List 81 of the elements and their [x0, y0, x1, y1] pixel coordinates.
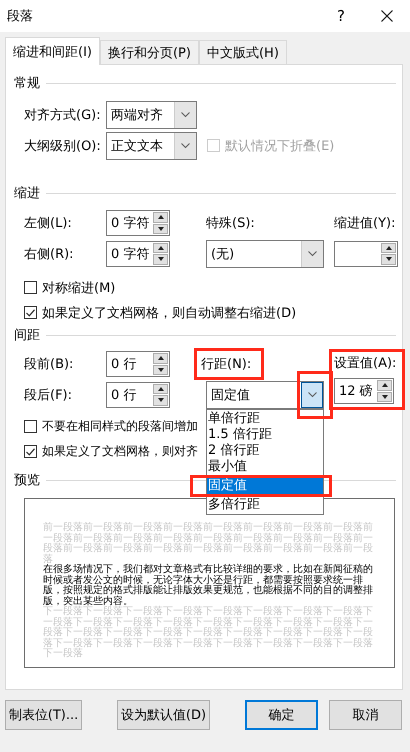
- down-triangle-icon: [158, 398, 164, 402]
- field-label: 对齐方式(G):: [24, 106, 102, 124]
- down-triangle-icon: [382, 394, 388, 399]
- dropdown-option[interactable]: 固定值: [207, 478, 323, 494]
- spin-field[interactable]: 0 行: [106, 382, 170, 408]
- checkbox-label: 如果定义了文档网格，则自动调整右缩进(D): [42, 304, 296, 322]
- spin-up-button[interactable]: [153, 212, 168, 222]
- down-triangle-icon: [386, 257, 392, 262]
- field-label: 段前(B):: [24, 356, 74, 373]
- preview-paragraph: 前一段落前一段落前一段落前一段落前一段落前一段落前一段落前一段落前一段落前一段落前一段落前一段落前一段落前一段落前一段落前一段落前一段落前一段落前一段落前一段落前一段落前一段落前一段落前一段落前一段落: [43, 523, 374, 564]
- spin-up-button[interactable]: [153, 353, 168, 364]
- dialog-button[interactable]: 制表位(T)...: [5, 700, 82, 730]
- field-label: 行距(N):: [201, 357, 252, 372]
- spin-field[interactable]: 0 字符: [106, 240, 170, 266]
- field-label: 设置值(A):: [334, 355, 398, 372]
- section-heading: 常规: [14, 75, 40, 92]
- checkbox[interactable]: [24, 445, 37, 458]
- spin-down-button[interactable]: [153, 254, 168, 264]
- field-label: 左侧(L):: [24, 215, 73, 232]
- dropdown[interactable]: (无): [206, 240, 324, 268]
- up-triangle-icon: [158, 386, 164, 391]
- field-label: 右侧(R):: [24, 246, 75, 262]
- spin-up-button[interactable]: [377, 380, 392, 390]
- up-triangle-icon: [158, 356, 164, 360]
- dropdown[interactable]: 两端对齐: [106, 100, 197, 128]
- field-label: 段后(F):: [24, 386, 74, 404]
- spin-down-button[interactable]: [381, 254, 396, 264]
- dropdown-option[interactable]: 1.5 倍行距: [207, 426, 323, 442]
- down-triangle-icon: [158, 226, 164, 231]
- preview-paragraph: 在很多场情况下，我们都对文章格式有比较详细的要求，比如在新闻征稿的时候或者发公文的时候，无论字体大小还是行距，都需要按照要求统一排版，按照规定的格式排版能让排版效果更规范，也能根据不同的目的调整排版，突出某些内容。: [43, 565, 374, 606]
- up-triangle-icon: [382, 383, 388, 388]
- preview-paragraph: 下一段落下一段落下一段落下一段落下一段落下一段落下一段落下一段落下一段落下一段落下一段落下一段落下一段落下一段落下一段落下一段落下一段落下一段落下一段落下一段落下一段落下一段落下一段落下一段落下一段落下一段落下一段落下一段落下一段落下一段落下一段落下一段落下一段落下一段落: [43, 607, 374, 660]
- dialog-button[interactable]: 确定: [245, 700, 318, 730]
- dropdown[interactable]: 固定值: [206, 380, 324, 408]
- dropdown-option[interactable]: 单倍行距: [207, 410, 323, 426]
- section-heading: 预览: [14, 472, 40, 489]
- field-label: 大纲级别(O):: [24, 138, 102, 154]
- chevron-down-icon: [308, 250, 317, 256]
- tab[interactable]: 缩进和间距(I): [5, 37, 100, 65]
- help-button[interactable]: ?: [318, 7, 364, 25]
- checkbox-label: 默认情况下折叠(E): [225, 138, 334, 154]
- checkbox-label: 不要在相同样式的段落间增加: [42, 418, 198, 435]
- down-triangle-icon: [158, 368, 164, 372]
- dialog-button[interactable]: 设为默认值(D): [117, 700, 210, 730]
- checkbox-label: 对称缩进(M): [42, 280, 116, 296]
- spin-up-button[interactable]: [381, 242, 396, 253]
- spin-down-button[interactable]: [153, 364, 168, 375]
- spin-field[interactable]: [334, 240, 398, 266]
- down-triangle-icon: [158, 257, 164, 262]
- spin-up-button[interactable]: [153, 384, 168, 394]
- up-triangle-icon: [158, 246, 164, 250]
- up-triangle-icon: [158, 215, 164, 220]
- window-title: 段落: [7, 8, 34, 25]
- up-triangle-icon: [386, 246, 392, 250]
- chevron-down-icon: [181, 142, 190, 148]
- field-label: 缩进值(Y):: [334, 215, 396, 232]
- dialog-button[interactable]: 取消: [329, 700, 402, 730]
- tab[interactable]: 中文版式(H): [198, 40, 287, 64]
- checkbox[interactable]: [24, 281, 37, 294]
- close-icon: [381, 10, 393, 22]
- checkbox[interactable]: [24, 420, 37, 433]
- spin-field[interactable]: 0 行: [106, 351, 170, 377]
- tab[interactable]: 换行和分页(P): [100, 40, 199, 64]
- section-heading: 缩进: [14, 185, 40, 202]
- spin-field[interactable]: 12 磅: [334, 378, 394, 404]
- dropdown-option[interactable]: 多倍行距: [207, 496, 323, 512]
- dropdown-option[interactable]: 2 倍行距: [207, 442, 323, 458]
- chevron-down-icon: [308, 392, 316, 398]
- checkbox[interactable]: [24, 306, 37, 319]
- section-heading: 间距: [14, 327, 40, 344]
- spin-up-button[interactable]: [153, 242, 168, 253]
- dropdown[interactable]: 正文文本: [106, 132, 197, 160]
- checkbox-label: 如果定义了文档网格，则对齐: [42, 443, 198, 460]
- spin-down-button[interactable]: [377, 392, 392, 402]
- spin-down-button[interactable]: [153, 395, 168, 406]
- dropdown-option[interactable]: 最小值: [207, 458, 323, 474]
- field-label: 特殊(S):: [206, 215, 256, 232]
- spin-down-button[interactable]: [153, 224, 168, 234]
- dropdown-arrow-button[interactable]: [301, 382, 323, 408]
- chevron-down-icon: [181, 112, 190, 118]
- spin-field[interactable]: 0 字符: [106, 210, 170, 236]
